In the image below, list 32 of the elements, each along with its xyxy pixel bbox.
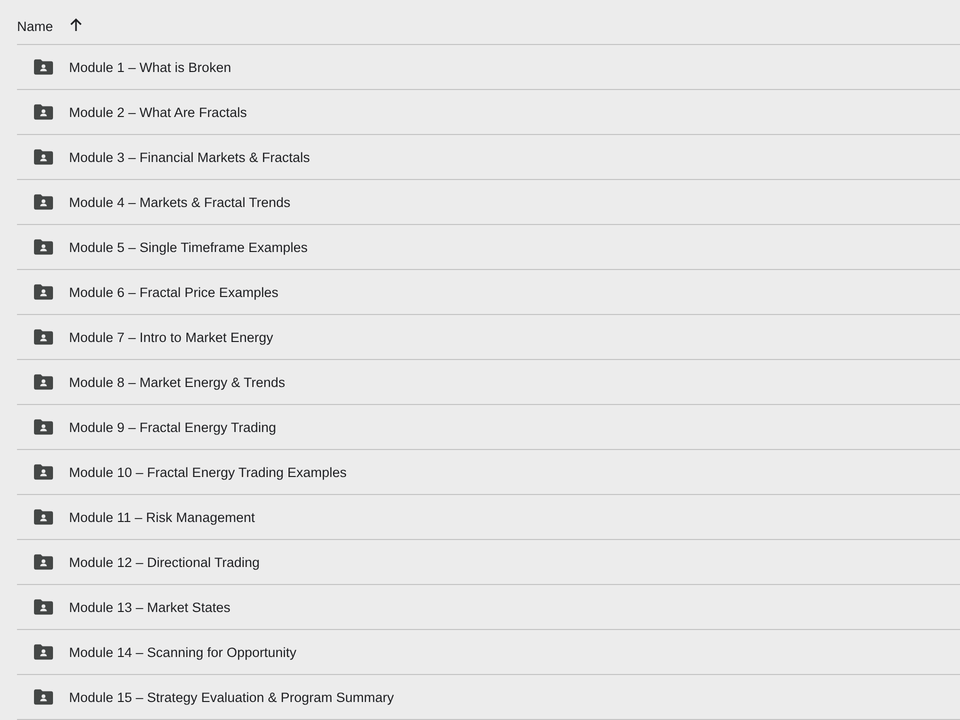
shared-folder-icon: [34, 194, 53, 210]
shared-folder-icon: [34, 149, 53, 165]
shared-folder-icon: [34, 104, 53, 120]
shared-folder-icon: [34, 284, 53, 300]
shared-folder-icon: [34, 464, 53, 480]
folder-name[interactable]: Module 7 – Intro to Market Energy: [69, 330, 274, 344]
sort-arrow-icon[interactable]: [69, 18, 84, 32]
shared-folder-icon: [34, 419, 53, 435]
folder-name[interactable]: Module 3 – Financial Markets & Fractals: [69, 150, 310, 164]
folder-name[interactable]: Module 6 – Fractal Price Examples: [69, 284, 278, 300]
folder-name[interactable]: Module 5 – Single Timeframe Examples: [69, 240, 308, 254]
shared-folder-icon: [34, 329, 53, 345]
shared-folder-icon: [34, 689, 53, 705]
folder-name[interactable]: Module 1 – What is Broken: [69, 60, 232, 74]
name-column-header[interactable]: Name: [17, 18, 54, 34]
shared-folder-icon: [34, 599, 53, 615]
folder-name[interactable]: Module 2 – What Are Fractals: [69, 104, 247, 120]
folder-name[interactable]: Module 10 – Fractal Energy Trading Examples: [69, 464, 347, 480]
shared-folder-icon: [34, 644, 53, 660]
shared-folder-icon: [34, 509, 53, 525]
shared-folder-icon: [34, 374, 53, 390]
folder-name[interactable]: Module 9 – Fractal Energy Trading: [69, 420, 276, 434]
folder-name[interactable]: Module 8 – Market Energy & Trends: [69, 374, 286, 390]
folder-name[interactable]: Module 14 – Scanning for Opportunity: [69, 644, 296, 660]
folder-name[interactable]: Module 12 – Directional Trading: [69, 554, 260, 570]
folder-name[interactable]: Module 11 – Risk Management: [69, 510, 255, 524]
folder-name[interactable]: Module 4 – Markets & Fractal Trends: [69, 194, 290, 210]
shared-folder-icon: [34, 239, 53, 255]
folder-name[interactable]: Module 13 – Market States: [69, 600, 230, 614]
shared-folder-icon: [34, 59, 53, 75]
shared-folder-icon: [34, 554, 53, 570]
folder-name[interactable]: Module 15 – Strategy Evaluation & Program Summary: [69, 690, 394, 704]
